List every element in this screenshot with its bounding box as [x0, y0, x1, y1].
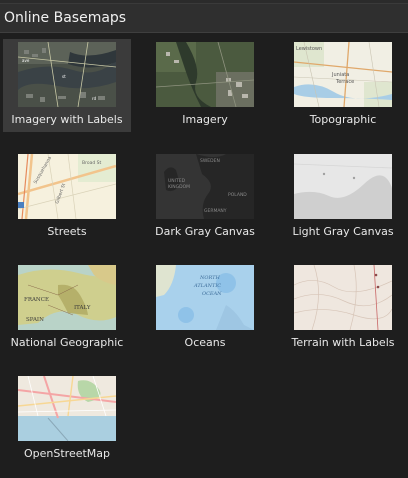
- topographic-thumbnail: Lewistown Juniata Terrace: [294, 42, 392, 107]
- svg-text:ave: ave: [22, 58, 30, 63]
- svg-text:OCEAN: OCEAN: [202, 291, 222, 297]
- basemap-light-gray-canvas[interactable]: Light Gray Canvas: [279, 151, 407, 244]
- basemap-label: Topographic: [309, 113, 377, 126]
- imagery-labels-thumbnail: ave st rd: [18, 42, 116, 107]
- svg-text:Terrace: Terrace: [335, 79, 354, 85]
- basemap-label: OpenStreetMap: [23, 447, 111, 460]
- panel-header: Online Basemaps: [0, 4, 408, 33]
- svg-text:Broad St: Broad St: [82, 160, 101, 166]
- basemap-imagery[interactable]: Imagery: [141, 39, 269, 132]
- light-gray-canvas-thumbnail: [294, 154, 392, 219]
- svg-text:UNITED: UNITED: [168, 178, 186, 184]
- svg-text:GERMANY: GERMANY: [204, 208, 227, 214]
- svg-text:FRANCE: FRANCE: [24, 297, 49, 303]
- svg-text:POLAND: POLAND: [228, 192, 247, 198]
- svg-text:ITALY: ITALY: [74, 305, 91, 311]
- basemap-oceans[interactable]: NORTH ATLANTIC OCEAN Oceans: [141, 262, 269, 355]
- imagery-thumbnail: [156, 42, 254, 107]
- basemap-national-geographic[interactable]: FRANCE ITALY SPAIN National Geographic: [3, 262, 131, 355]
- svg-text:Juniata: Juniata: [331, 72, 349, 78]
- svg-text:st: st: [62, 74, 66, 79]
- basemap-label: Imagery: [182, 113, 228, 126]
- panel-title: Online Basemaps: [4, 10, 127, 26]
- basemap-topographic[interactable]: Lewistown Juniata Terrace Topographic: [279, 39, 407, 132]
- oceans-thumbnail: NORTH ATLANTIC OCEAN: [156, 265, 254, 330]
- basemap-label: National Geographic: [10, 336, 124, 349]
- terrain-labels-thumbnail: [294, 265, 392, 330]
- dark-gray-canvas-thumbnail: UNITED KINGDOM SWEDEN POLAND GERMANY: [156, 154, 254, 219]
- streets-thumbnail: Broad St Susquehanna Gilbert St: [18, 154, 116, 219]
- openstreetmap-thumbnail: [18, 376, 116, 441]
- basemap-label: Terrain with Labels: [291, 336, 395, 349]
- svg-text:Lewistown: Lewistown: [296, 46, 322, 52]
- basemap-imagery-with-labels[interactable]: ave st rd Imagery with Labels: [3, 39, 131, 132]
- svg-text:NORTH: NORTH: [199, 275, 220, 281]
- basemap-label: Streets: [47, 225, 87, 238]
- svg-text:SPAIN: SPAIN: [26, 317, 44, 323]
- national-geographic-thumbnail: FRANCE ITALY SPAIN: [18, 265, 116, 330]
- basemap-label: Dark Gray Canvas: [155, 225, 255, 238]
- basemap-terrain-with-labels[interactable]: Terrain with Labels: [279, 262, 407, 355]
- basemap-label: Light Gray Canvas: [292, 225, 394, 238]
- basemap-label: Imagery with Labels: [11, 113, 123, 126]
- basemap-openstreetmap[interactable]: OpenStreetMap: [3, 373, 131, 466]
- basemap-streets[interactable]: Broad St Susquehanna Gilbert St Streets: [3, 151, 131, 244]
- svg-text:SWEDEN: SWEDEN: [200, 158, 220, 164]
- basemap-label: Oceans: [184, 336, 226, 349]
- basemap-dark-gray-canvas[interactable]: UNITED KINGDOM SWEDEN POLAND GERMANY Dar…: [141, 151, 269, 244]
- svg-text:KINGDOM: KINGDOM: [168, 184, 190, 190]
- basemap-gallery: ave st rd Imagery with Labels Imagery Le…: [0, 33, 408, 460]
- svg-text:rd: rd: [92, 96, 97, 101]
- svg-text:ATLANTIC: ATLANTIC: [193, 283, 221, 289]
